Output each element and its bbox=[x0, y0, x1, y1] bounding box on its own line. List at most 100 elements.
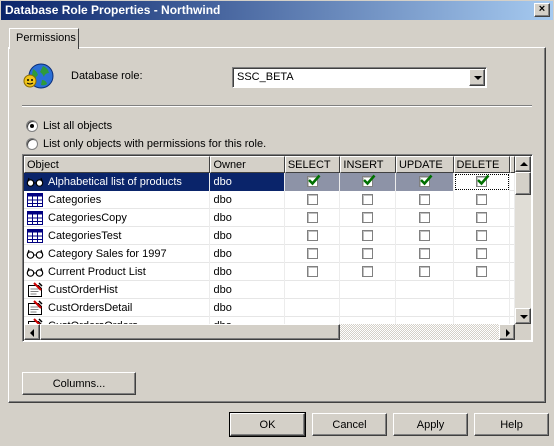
checkbox[interactable] bbox=[475, 230, 487, 241]
column-header-object[interactable]: Object bbox=[24, 156, 211, 173]
object-cell[interactable]: CategoriesTest bbox=[24, 226, 211, 245]
object-name: Category Sales for 1997 bbox=[48, 247, 167, 260]
checkbox[interactable] bbox=[306, 266, 318, 277]
object-cell[interactable]: Alphabetical list of products bbox=[24, 172, 211, 191]
checkbox[interactable] bbox=[418, 266, 430, 277]
checked-checkbox[interactable] bbox=[306, 174, 321, 187]
object-cell[interactable]: CustOrderHist bbox=[24, 280, 211, 299]
tab-permissions[interactable]: Permissions bbox=[9, 28, 79, 49]
permission-cell[interactable] bbox=[340, 190, 396, 209]
checkbox[interactable] bbox=[306, 212, 318, 223]
permission-cell[interactable] bbox=[454, 226, 511, 245]
chevron-down-icon[interactable] bbox=[469, 69, 485, 86]
permission-cell[interactable] bbox=[284, 172, 341, 191]
checkbox[interactable] bbox=[475, 266, 487, 277]
scroll-thumb[interactable] bbox=[515, 172, 531, 195]
scroll-left-icon[interactable] bbox=[24, 324, 40, 340]
checkbox[interactable] bbox=[362, 266, 374, 277]
window-title: Database Role Properties - Northwind bbox=[5, 3, 221, 17]
table-row[interactable]: Categories dbo bbox=[24, 190, 515, 209]
table-row[interactable]: CustOrdersDetail dbo bbox=[24, 298, 515, 317]
database-role-select[interactable]: SSC_BETA bbox=[232, 67, 487, 88]
checkbox[interactable] bbox=[475, 248, 487, 259]
permission-cell[interactable] bbox=[454, 262, 511, 281]
permission-cell[interactable] bbox=[285, 244, 341, 263]
permission-cell[interactable] bbox=[340, 208, 396, 227]
checkbox[interactable] bbox=[306, 230, 318, 241]
checked-checkbox[interactable] bbox=[418, 174, 433, 187]
column-header-insert[interactable]: INSERT bbox=[340, 156, 396, 173]
columns-button[interactable]: Columns... bbox=[22, 372, 136, 395]
object-cell[interactable]: Category Sales for 1997 bbox=[24, 244, 211, 263]
help-button[interactable]: Help bbox=[474, 413, 549, 436]
object-cell[interactable]: CustOrdersDetail bbox=[24, 298, 211, 317]
vertical-scrollbar[interactable] bbox=[515, 156, 531, 324]
permission-cell bbox=[454, 298, 511, 317]
permission-cell[interactable] bbox=[285, 208, 341, 227]
object-cell[interactable]: Current Product List bbox=[24, 262, 211, 281]
checkbox[interactable] bbox=[418, 230, 430, 241]
scroll-down-icon[interactable] bbox=[515, 308, 531, 324]
horizontal-scrollbar[interactable] bbox=[24, 324, 515, 340]
radio-button[interactable] bbox=[26, 138, 38, 150]
column-header-select[interactable]: SELECT bbox=[284, 156, 341, 173]
column-header-update[interactable]: UPDATE bbox=[395, 156, 454, 173]
permission-cell[interactable] bbox=[285, 226, 341, 245]
permission-cell[interactable] bbox=[340, 262, 396, 281]
title-bar[interactable]: Database Role Properties - Northwind × bbox=[1, 1, 553, 20]
table-row[interactable]: Current Product List dbo bbox=[24, 262, 515, 281]
checked-checkbox[interactable] bbox=[475, 174, 490, 187]
checked-checkbox[interactable] bbox=[362, 174, 376, 187]
permission-cell bbox=[396, 280, 454, 299]
checkbox[interactable] bbox=[362, 212, 374, 223]
checkbox[interactable] bbox=[418, 212, 430, 223]
column-header-delete[interactable]: DELETE bbox=[453, 156, 511, 173]
column-header-owner[interactable]: Owner bbox=[210, 156, 285, 173]
checkbox[interactable] bbox=[362, 248, 374, 259]
apply-button[interactable]: Apply bbox=[393, 413, 468, 436]
permission-cell[interactable] bbox=[396, 190, 454, 209]
checkbox[interactable] bbox=[306, 248, 318, 259]
permission-cell[interactable] bbox=[396, 262, 454, 281]
object-cell[interactable]: Categories bbox=[24, 190, 211, 209]
radio-list-permitted-objects[interactable]: List only objects with permissions for t… bbox=[26, 137, 266, 151]
radio-button-selected[interactable] bbox=[26, 120, 38, 132]
dialog-window: Database Role Properties - Northwind × P… bbox=[0, 0, 554, 446]
permission-cell[interactable] bbox=[396, 244, 454, 263]
table-row[interactable]: Category Sales for 1997 dbo bbox=[24, 244, 515, 263]
scroll-up-icon[interactable] bbox=[515, 156, 531, 172]
permission-cell[interactable] bbox=[396, 208, 454, 227]
close-button[interactable]: × bbox=[534, 3, 550, 17]
checkbox[interactable] bbox=[475, 194, 487, 205]
checkbox[interactable] bbox=[475, 212, 487, 223]
permission-cell[interactable] bbox=[454, 208, 511, 227]
checkbox[interactable] bbox=[418, 194, 430, 205]
object-cell[interactable]: CategoriesCopy bbox=[24, 208, 211, 227]
checkbox[interactable] bbox=[362, 230, 374, 241]
permission-cell[interactable] bbox=[454, 190, 511, 209]
permission-cell bbox=[340, 280, 396, 299]
permission-cell[interactable] bbox=[285, 190, 341, 209]
permission-cell[interactable] bbox=[340, 244, 396, 263]
table-row[interactable]: CategoriesTest dbo bbox=[24, 226, 515, 245]
permission-cell[interactable] bbox=[453, 172, 511, 191]
cancel-button[interactable]: Cancel bbox=[312, 413, 387, 436]
permission-cell[interactable] bbox=[340, 226, 396, 245]
scroll-right-icon[interactable] bbox=[499, 324, 515, 340]
permission-cell[interactable] bbox=[395, 172, 454, 191]
permission-cell[interactable] bbox=[285, 262, 341, 281]
scroll-thumb[interactable] bbox=[40, 324, 340, 340]
table-row[interactable]: CustOrderHist dbo bbox=[24, 280, 515, 299]
permission-cell[interactable] bbox=[396, 226, 454, 245]
checkbox[interactable] bbox=[418, 248, 430, 259]
permission-cell[interactable] bbox=[454, 244, 511, 263]
table-row[interactable]: Alphabetical list of products dbo bbox=[24, 172, 515, 191]
permission-cell bbox=[396, 298, 454, 317]
checkbox[interactable] bbox=[362, 194, 374, 205]
radio-list-all-objects[interactable]: List all objects bbox=[26, 119, 112, 133]
ok-button[interactable]: OK bbox=[229, 412, 306, 437]
checkbox[interactable] bbox=[306, 194, 318, 205]
permission-cell[interactable] bbox=[340, 172, 396, 191]
table-row[interactable]: CategoriesCopy dbo bbox=[24, 208, 515, 227]
permissions-grid[interactable]: Object Owner SELECT INSERT UPDATE DELETE… bbox=[22, 154, 533, 342]
